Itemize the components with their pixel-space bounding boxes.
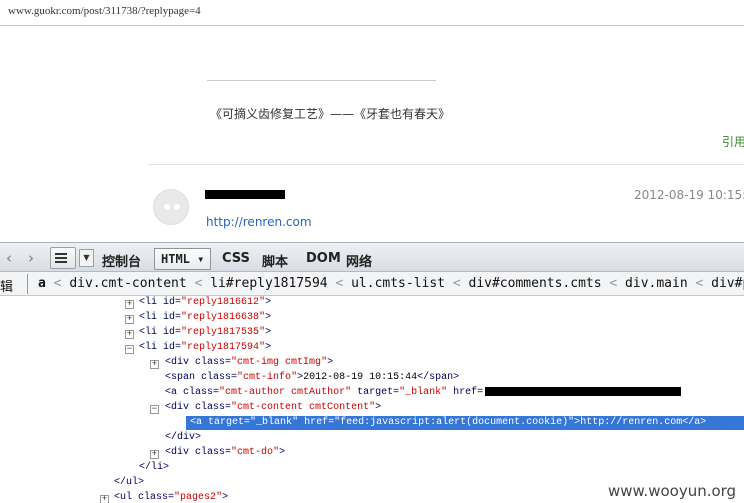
- expand-icon[interactable]: +: [150, 450, 159, 459]
- tree-node[interactable]: <li id="reply1817535">: [139, 326, 271, 340]
- node-text: 2012-08-19 10:15:44: [303, 372, 418, 383]
- collapse-icon[interactable]: −: [125, 345, 134, 354]
- breadcrumb-separator: <: [53, 276, 62, 291]
- breadcrumb-item[interactable]: li#reply1817594: [210, 276, 327, 291]
- tree-node-close[interactable]: </ul>: [114, 476, 144, 490]
- divider: [207, 80, 436, 81]
- attr-value: _blank: [256, 417, 293, 428]
- breadcrumb-item[interactable]: a: [38, 276, 46, 291]
- tree-node[interactable]: <a class="cmt-author cmtAuthor" target="…: [165, 386, 682, 400]
- tab-dom[interactable]: DOM: [306, 251, 341, 266]
- tab-network[interactable]: 网络: [346, 251, 372, 270]
- address-bar[interactable]: www.guokr.com/post/311738/?replypage=4: [0, 0, 744, 26]
- tab-script[interactable]: 脚本: [262, 251, 288, 270]
- tree-node-close[interactable]: </li>: [139, 461, 169, 475]
- tree-node[interactable]: <li id="reply1817594">: [139, 341, 271, 355]
- redacted-href: [485, 386, 682, 396]
- tree-node[interactable]: <div class="cmt-content cmtContent">: [165, 401, 381, 415]
- expand-icon[interactable]: +: [100, 495, 109, 503]
- avatar[interactable]: [153, 189, 189, 225]
- divider: [27, 274, 28, 294]
- forward-arrow-icon[interactable]: ›: [28, 249, 34, 267]
- avatar-eye-icon: [174, 204, 180, 210]
- attr-value: reply1816638: [187, 312, 260, 323]
- breadcrumb-item[interactable]: ul.cmts-list: [351, 276, 445, 291]
- chevron-down-icon[interactable]: ▼: [79, 249, 94, 267]
- breadcrumb-separator: <: [335, 276, 344, 291]
- node-text: http://renren.com: [580, 417, 683, 428]
- url-text[interactable]: www.guokr.com/post/311738/?replypage=4: [8, 5, 201, 17]
- edit-button[interactable]: 编辑: [0, 276, 13, 295]
- breadcrumb-item[interactable]: div.main: [625, 276, 688, 291]
- expand-icon[interactable]: +: [125, 300, 134, 309]
- tab-html[interactable]: HTML ▾: [154, 248, 212, 270]
- reply-link[interactable]: 引用: [722, 133, 744, 150]
- attr-value: cmt-info: [243, 372, 292, 383]
- attr-value: pages2: [180, 492, 217, 503]
- attr-value: cmt-img cmtImg: [237, 357, 322, 368]
- tree-node-close[interactable]: </div>: [165, 431, 201, 445]
- attr-value: _blank: [405, 387, 442, 398]
- watermark: www.wooyun.org: [608, 482, 737, 500]
- comment-timestamp: 2012-08-19 10:15:44: [634, 188, 744, 202]
- breadcrumb-separator: <: [452, 276, 461, 291]
- expand-icon[interactable]: +: [125, 315, 134, 324]
- collapse-icon[interactable]: −: [150, 405, 159, 414]
- breadcrumb-separator: <: [695, 276, 704, 291]
- tab-console[interactable]: 控制台: [102, 251, 141, 270]
- tree-node[interactable]: <div class="cmt-img cmtImg">: [165, 356, 333, 370]
- tree-node[interactable]: <li id="reply1816612">: [139, 296, 271, 310]
- expand-icon[interactable]: +: [125, 330, 134, 339]
- tree-node[interactable]: <span class="cmt-info">2012-08-19 10:15:…: [165, 371, 459, 385]
- expand-icon[interactable]: +: [150, 360, 159, 369]
- avatar-eye-icon: [164, 204, 170, 210]
- tab-css[interactable]: CSS: [222, 251, 250, 266]
- attr-value: cmt-content cmtContent: [237, 402, 370, 413]
- dom-tree-panel: + <li id="reply1816612"> + <li id="reply…: [0, 296, 744, 503]
- attr-value: cmt-author cmtAuthor: [225, 387, 346, 398]
- menu-lines-icon: [55, 253, 67, 263]
- attr-value: reply1817535: [187, 327, 260, 338]
- quoted-text: 《可摘义齿修复工艺》——《牙套也有春天》: [210, 107, 451, 121]
- attr-value: reply1817594: [187, 342, 260, 353]
- breadcrumb-item[interactable]: div.cmt-content: [69, 276, 186, 291]
- back-arrow-icon[interactable]: ‹: [6, 249, 12, 267]
- breadcrumb: 编辑 a < div.cmt-content < li#reply1817594…: [0, 272, 744, 296]
- redacted-username: [205, 190, 285, 199]
- comment-link[interactable]: http://renren.com: [206, 215, 312, 229]
- breadcrumb-item[interactable]: div#post: [711, 276, 744, 291]
- attr-value: reply1816612: [187, 297, 260, 308]
- divider: [148, 164, 744, 165]
- attr-value: feed:javascript:alert(document.cookie): [340, 417, 569, 428]
- tree-node[interactable]: <div class="cmt-do">: [165, 446, 285, 460]
- attr-value: cmt-do: [237, 447, 274, 458]
- devtools-toolbar: ‹ › ▼ 控制台 HTML ▾ CSS 脚本 DOM 网络: [0, 242, 744, 272]
- breadcrumb-separator: <: [609, 276, 618, 291]
- selected-tree-node[interactable]: <a target="_blank" href="feed:javascript…: [186, 416, 744, 430]
- breadcrumb-item[interactable]: div#comments.cmts: [469, 276, 602, 291]
- page-content: 《可摘义齿修复工艺》——《牙套也有春天》 引用 2012-08-19 10:15…: [0, 27, 744, 242]
- tree-node[interactable]: <ul class="pages2">: [114, 491, 228, 503]
- inspect-button[interactable]: [50, 247, 76, 269]
- breadcrumb-separator: <: [194, 276, 203, 291]
- tree-node[interactable]: <li id="reply1816638">: [139, 311, 271, 325]
